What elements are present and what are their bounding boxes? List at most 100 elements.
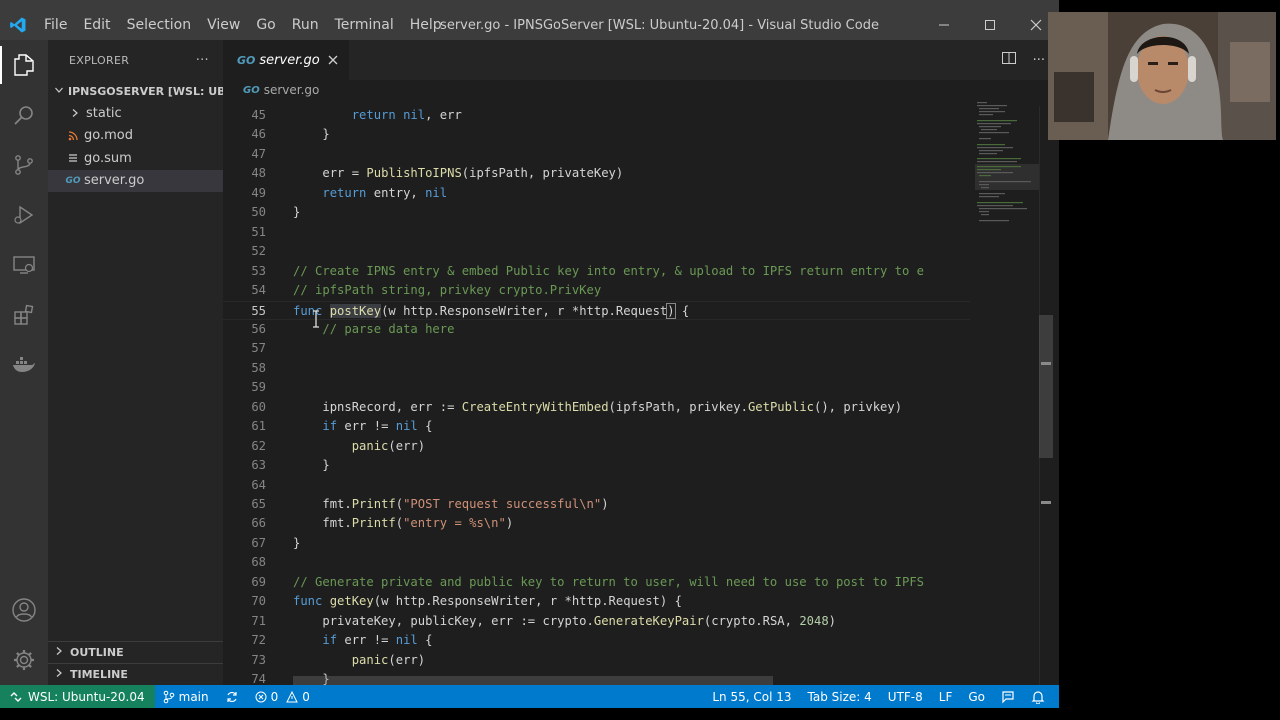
- line-number: 58: [251, 360, 266, 375]
- code-editor[interactable]: 45 return nil, err 46 } 47 48 err = Publish…: [223, 106, 1059, 685]
- line-number: 55: [251, 303, 266, 318]
- timeline-label: TIMELINE: [70, 668, 128, 681]
- end-of-line[interactable]: LF: [931, 690, 961, 704]
- more-actions-icon[interactable]: ···: [196, 53, 209, 68]
- code-line[interactable]: 63 }: [223, 456, 970, 475]
- code-line[interactable]: 52: [223, 242, 970, 261]
- breadcrumb-file[interactable]: server.go: [264, 83, 320, 97]
- encoding[interactable]: UTF-8: [880, 690, 931, 704]
- line-number: 61: [251, 419, 266, 434]
- line-number: 46: [251, 127, 266, 142]
- code-line[interactable]: 71 privateKey, publicKey, err := crypto.…: [223, 612, 970, 631]
- code-line[interactable]: 54 // ipfsPath string, privkey crypto.Pri…: [223, 281, 970, 300]
- extensions-icon[interactable]: [0, 290, 48, 340]
- line-number: 53: [251, 263, 266, 278]
- status-bar: WSL: Ubuntu-20.04 main 0 0 Ln 55, Col 13…: [0, 685, 1059, 708]
- sync-button[interactable]: [217, 690, 247, 704]
- code-text: // Create IPNS entry & embed Public key …: [293, 263, 925, 278]
- minimap[interactable]: [975, 100, 1039, 230]
- line-number: 50: [251, 205, 266, 220]
- tab-bar: GO server.go ···: [223, 40, 1059, 80]
- line-number: 67: [251, 535, 266, 550]
- docker-icon[interactable]: [0, 340, 48, 390]
- code-line[interactable]: 73 panic(err): [223, 651, 970, 670]
- more-actions-icon[interactable]: ···: [1033, 53, 1045, 68]
- notifications-bell-icon[interactable]: [1023, 690, 1053, 704]
- chevron-right-icon: [54, 668, 64, 681]
- line-number: 71: [251, 613, 266, 628]
- code-line[interactable]: 69 // Generate private and public key to …: [223, 573, 970, 592]
- code-line[interactable]: 55 func postKey(w http.ResponseWriter, r …: [223, 300, 970, 320]
- settings-gear-icon[interactable]: [0, 635, 48, 685]
- line-number: 65: [251, 497, 266, 511]
- branch-label: main: [178, 689, 209, 704]
- close-tab-icon[interactable]: [327, 54, 339, 66]
- language-mode[interactable]: Go: [960, 690, 993, 704]
- code-line[interactable]: 49 return entry, nil: [223, 184, 970, 203]
- line-number: 73: [251, 652, 266, 667]
- account-icon[interactable]: [0, 585, 48, 635]
- workspace-section[interactable]: IPNSGOSERVER [WSL: UBU...: [48, 80, 223, 102]
- tab-size[interactable]: Tab Size: 4: [800, 690, 880, 704]
- code-line[interactable]: 56 // parse data here: [223, 320, 970, 339]
- file-item-server-go[interactable]: GO server.go: [48, 169, 223, 192]
- text-cursor-icon: [313, 310, 319, 328]
- code-text: if err != nil {: [322, 633, 433, 648]
- explorer-title: EXPLORER: [69, 53, 130, 67]
- tab-server-go[interactable]: GO server.go: [223, 40, 349, 80]
- code-line[interactable]: 57: [223, 339, 970, 358]
- line-number: 54: [251, 283, 266, 298]
- code-line[interactable]: 70 func getKey(w http.ResponseWriter, r *…: [223, 592, 970, 611]
- file-item-go-mod[interactable]: go.mod: [48, 125, 223, 148]
- remote-indicator[interactable]: WSL: Ubuntu-20.04: [0, 685, 155, 708]
- code-line[interactable]: 50}: [223, 203, 970, 222]
- horizontal-scrollbar-thumb[interactable]: [293, 676, 773, 685]
- outline-section[interactable]: OUTLINE: [48, 641, 223, 663]
- code-line[interactable]: 53 // Create IPNS entry & embed Public ke…: [223, 262, 970, 281]
- code-line[interactable]: 62 panic(err): [223, 437, 970, 456]
- line-number: 49: [251, 185, 266, 200]
- code-line[interactable]: 51: [223, 223, 970, 242]
- code-line[interactable]: 47: [223, 145, 970, 164]
- file-item-go-sum[interactable]: go.sum: [48, 147, 223, 170]
- split-editor-icon[interactable]: [1001, 50, 1017, 70]
- chevron-down-icon: [54, 85, 64, 98]
- breadcrumb[interactable]: GO server.go: [223, 80, 1059, 100]
- line-number: 52: [251, 244, 266, 259]
- code-line[interactable]: 72 if err != nil {: [223, 631, 970, 650]
- timeline-section[interactable]: TIMELINE: [48, 663, 223, 685]
- webcam-person-image: [1048, 12, 1276, 140]
- code-line[interactable]: 64: [223, 476, 970, 495]
- error-count: 0: [270, 689, 279, 704]
- line-number: 45: [251, 108, 266, 122]
- code-text: fmt.Printf("POST request successful\n"): [322, 497, 609, 511]
- code-line[interactable]: 67}: [223, 534, 970, 553]
- horizontal-scrollbar[interactable]: [223, 676, 970, 685]
- code-text: ipnsRecord, err := CreateEntryWithEmbed(…: [322, 399, 903, 414]
- vertical-scrollbar-thumb[interactable]: [1039, 315, 1053, 458]
- feedback-icon[interactable]: [993, 690, 1023, 704]
- run-debug-icon[interactable]: [0, 190, 48, 240]
- problems-indicator[interactable]: 0 0: [247, 690, 318, 704]
- remote-explorer-icon[interactable]: [0, 240, 48, 290]
- explorer-icon[interactable]: [0, 40, 48, 90]
- code-line[interactable]: 48 err = PublishToIPNS(ipfsPath, private…: [223, 164, 970, 183]
- code-line[interactable]: 46 }: [223, 125, 970, 144]
- source-control-icon[interactable]: [0, 140, 48, 190]
- code-line[interactable]: 45 return nil, err: [223, 106, 970, 125]
- code-line[interactable]: 60 ipnsRecord, err := CreateEntryWithEmb…: [223, 398, 970, 417]
- code-line[interactable]: 66 fmt.Printf("entry = %s\n"): [223, 514, 970, 533]
- code-line[interactable]: 65 fmt.Printf("POST request successful\n…: [223, 495, 970, 514]
- cursor-position[interactable]: Ln 55, Col 13: [704, 690, 799, 704]
- code-text: }: [293, 535, 301, 550]
- code-text: if err != nil {: [322, 419, 433, 434]
- code-line[interactable]: 59: [223, 378, 970, 397]
- code-line[interactable]: 58: [223, 359, 970, 378]
- code-line[interactable]: 68: [223, 553, 970, 572]
- code-line[interactable]: 61 if err != nil {: [223, 417, 970, 436]
- git-branch[interactable]: main: [155, 690, 217, 704]
- code-text: err = PublishToIPNS(ipfsPath, privateKey…: [322, 166, 624, 181]
- file-item-static[interactable]: static: [48, 102, 223, 125]
- search-icon[interactable]: [0, 90, 48, 140]
- line-number: 64: [251, 477, 266, 492]
